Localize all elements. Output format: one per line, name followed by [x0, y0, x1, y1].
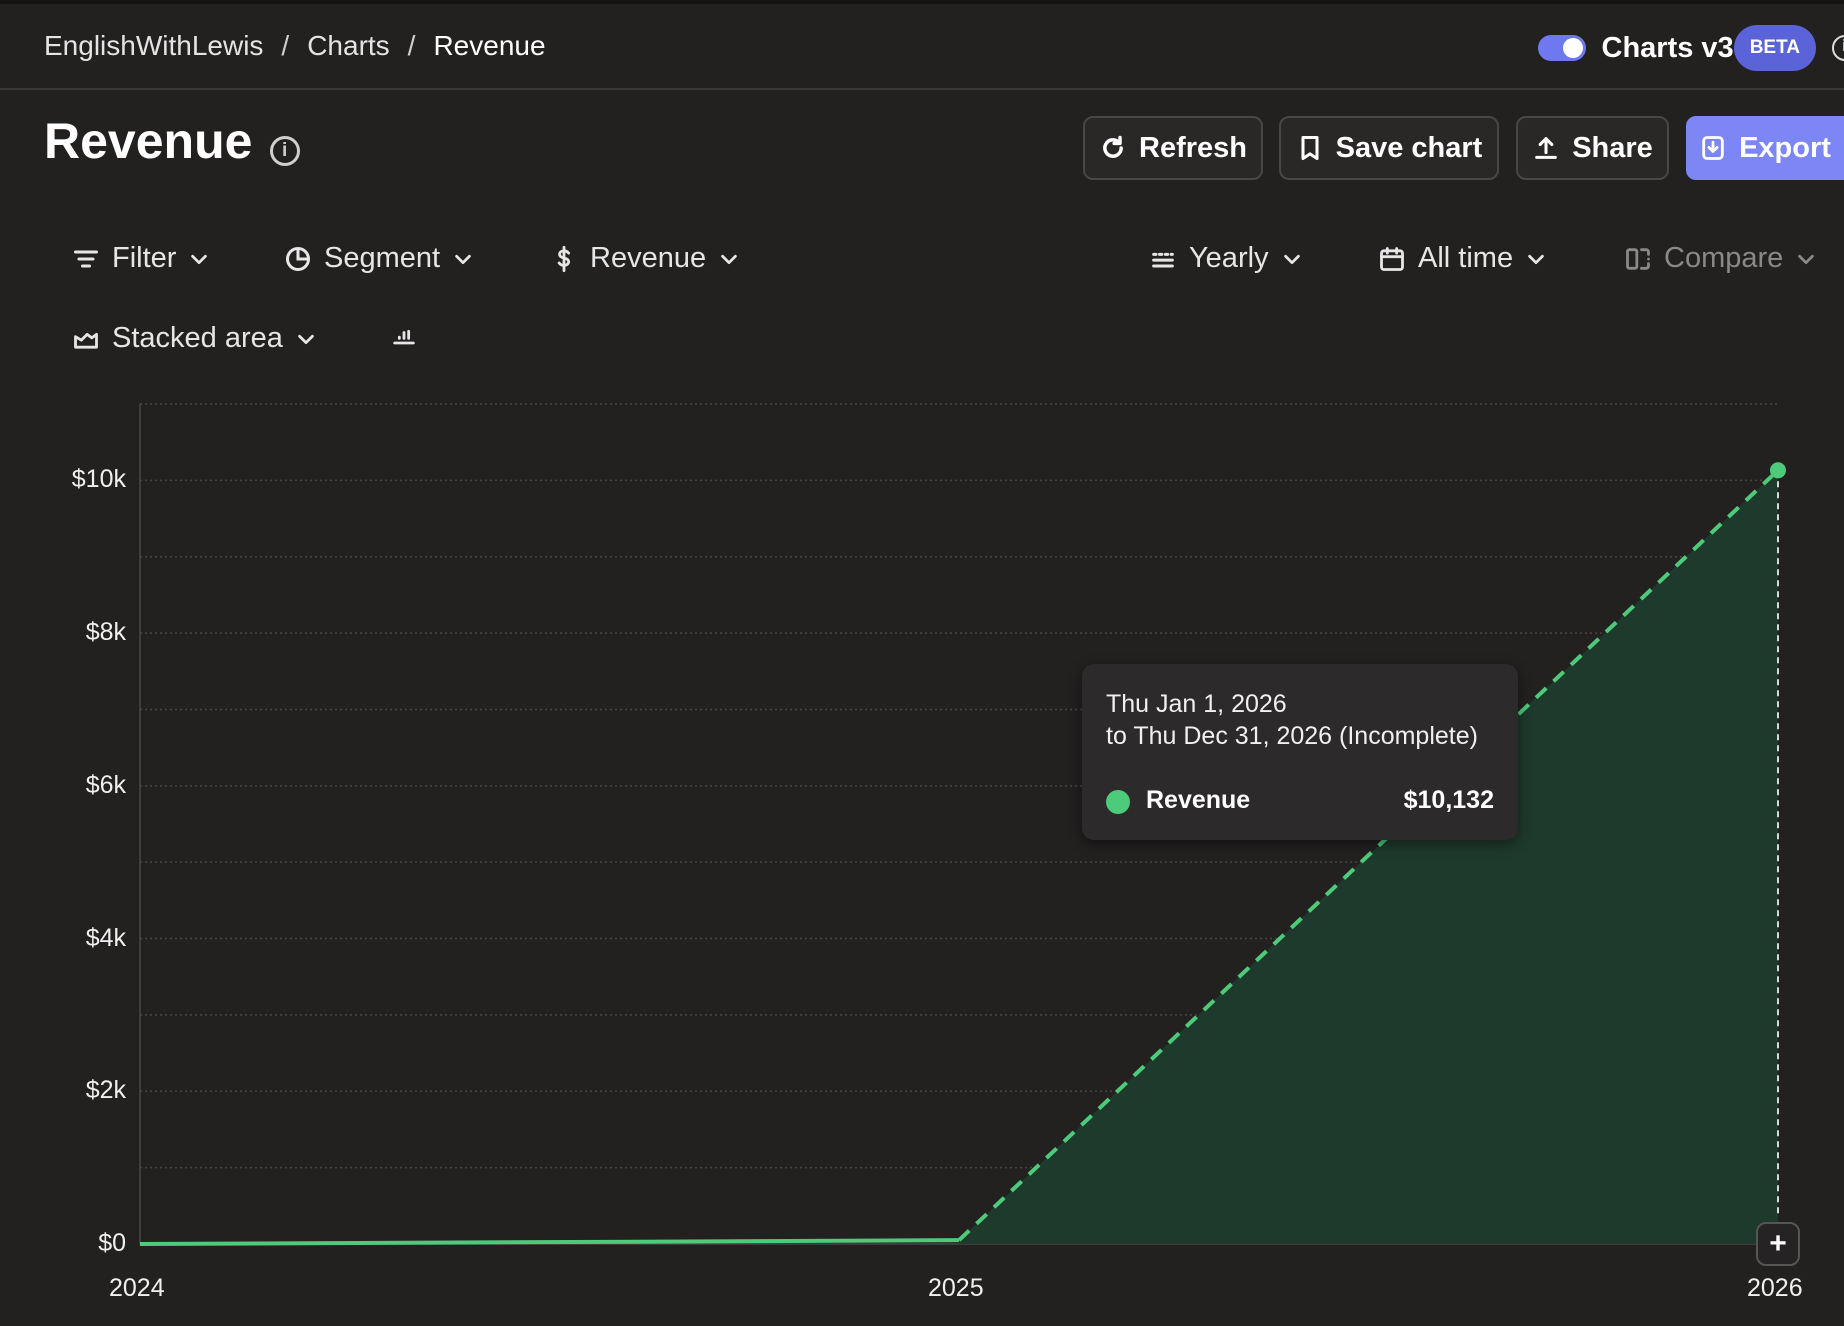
y-tick-label: $6k	[85, 770, 126, 799]
chevron-down-icon	[1798, 254, 1815, 264]
area-chart-icon	[74, 332, 98, 349]
filter-dropdown[interactable]: Filter	[72, 242, 210, 275]
compare-label: Compare	[1664, 242, 1784, 274]
chevron-down-icon	[455, 254, 471, 264]
revenue-chart[interactable]	[0, 380, 1844, 1326]
upload-icon	[1535, 137, 1558, 159]
charts-v3-toggle[interactable]	[1537, 35, 1586, 61]
calendar-icon	[1380, 246, 1404, 271]
filter-label: Filter	[112, 242, 177, 274]
x-tick-label: 2026	[1747, 1274, 1803, 1302]
breadcrumb: EnglishWithLewis / Charts / Revenue	[44, 30, 546, 62]
segment-dropdown[interactable]: Segment	[284, 242, 474, 275]
breadcrumb-separator: /	[281, 30, 290, 61]
dollar-icon	[557, 245, 571, 272]
share-button[interactable]: Share	[1516, 116, 1669, 180]
breadcrumb-separator: /	[407, 30, 416, 61]
y-tick-label: $8k	[85, 618, 126, 647]
top-bar: EnglishWithLewis / Charts / Revenue Charts v…	[0, 4, 1844, 90]
tooltip-series-name: Revenue	[1146, 786, 1251, 814]
chart-options-icon	[393, 329, 415, 345]
chevron-down-icon	[721, 254, 737, 264]
save-chart-label: Save chart	[1335, 131, 1483, 164]
share-label: Share	[1572, 131, 1653, 164]
beta-badge: BETA	[1733, 25, 1816, 71]
metric-dropdown[interactable]: Revenue	[550, 242, 740, 275]
compare-icon	[1626, 247, 1650, 270]
interval-dropdown[interactable]: Yearly	[1149, 242, 1303, 275]
breadcrumb-charts[interactable]: Charts	[307, 30, 389, 61]
y-tick-label: $0	[98, 1229, 126, 1257]
series-color-dot	[1106, 790, 1130, 814]
x-tick-label: 2025	[928, 1274, 984, 1302]
export-icon	[1702, 136, 1724, 160]
bookmark-icon	[1301, 135, 1319, 161]
y-tick-label: $2k	[85, 1076, 126, 1105]
save-chart-button[interactable]: Save chart	[1279, 116, 1499, 180]
chevron-down-icon	[191, 254, 208, 264]
interval-icon	[1152, 252, 1174, 268]
chart-type-label: Stacked area	[112, 322, 283, 354]
filter-icon	[73, 249, 99, 268]
refresh-icon	[1103, 135, 1123, 158]
charts-v3-label: Charts v3	[1601, 31, 1734, 64]
refresh-label: Refresh	[1139, 131, 1247, 164]
data-point-2026	[1770, 462, 1786, 479]
export-button[interactable]: Export	[1686, 116, 1844, 180]
add-annotation-button[interactable]: +	[1756, 1222, 1800, 1266]
export-label: Export	[1739, 131, 1831, 164]
date-range-label: All time	[1418, 242, 1514, 274]
tooltip-series-value: $10,132	[1403, 786, 1494, 814]
tooltip-date-start: Thu Jan 1, 2026	[1106, 690, 1287, 718]
page-title: Revenue	[44, 113, 253, 169]
y-tick-label: $4k	[85, 923, 126, 952]
breadcrumb-current: Revenue	[433, 30, 546, 61]
x-tick-label: 2024	[109, 1274, 165, 1302]
tooltip-date-end: to Thu Dec 31, 2026 (Incomplete)	[1106, 722, 1478, 750]
interval-label: Yearly	[1189, 242, 1269, 274]
chart-tooltip: Thu Jan 1, 2026 to Thu Dec 31, 2026 (Inc…	[1082, 664, 1518, 840]
breadcrumb-project[interactable]: EnglishWithLewis	[44, 30, 263, 61]
chevron-down-icon	[1283, 254, 1300, 264]
metric-label: Revenue	[590, 242, 707, 274]
segment-label: Segment	[324, 242, 441, 274]
chart-options-button[interactable]	[390, 322, 418, 350]
info-icon[interactable]	[1832, 35, 1844, 61]
refresh-button[interactable]: Refresh	[1083, 116, 1263, 180]
chevron-down-icon	[1528, 254, 1544, 264]
chevron-down-icon	[298, 334, 314, 344]
title-info-icon[interactable]	[270, 136, 300, 166]
date-range-dropdown[interactable]: All time	[1378, 242, 1547, 275]
charts-v3-toggle-group: Charts v3 BETA	[1537, 24, 1844, 72]
chart-type-dropdown[interactable]: Stacked area	[72, 322, 317, 355]
compare-dropdown[interactable]: Compare	[1624, 242, 1817, 275]
pie-icon	[285, 246, 311, 271]
y-tick-label: $10k	[71, 465, 126, 494]
